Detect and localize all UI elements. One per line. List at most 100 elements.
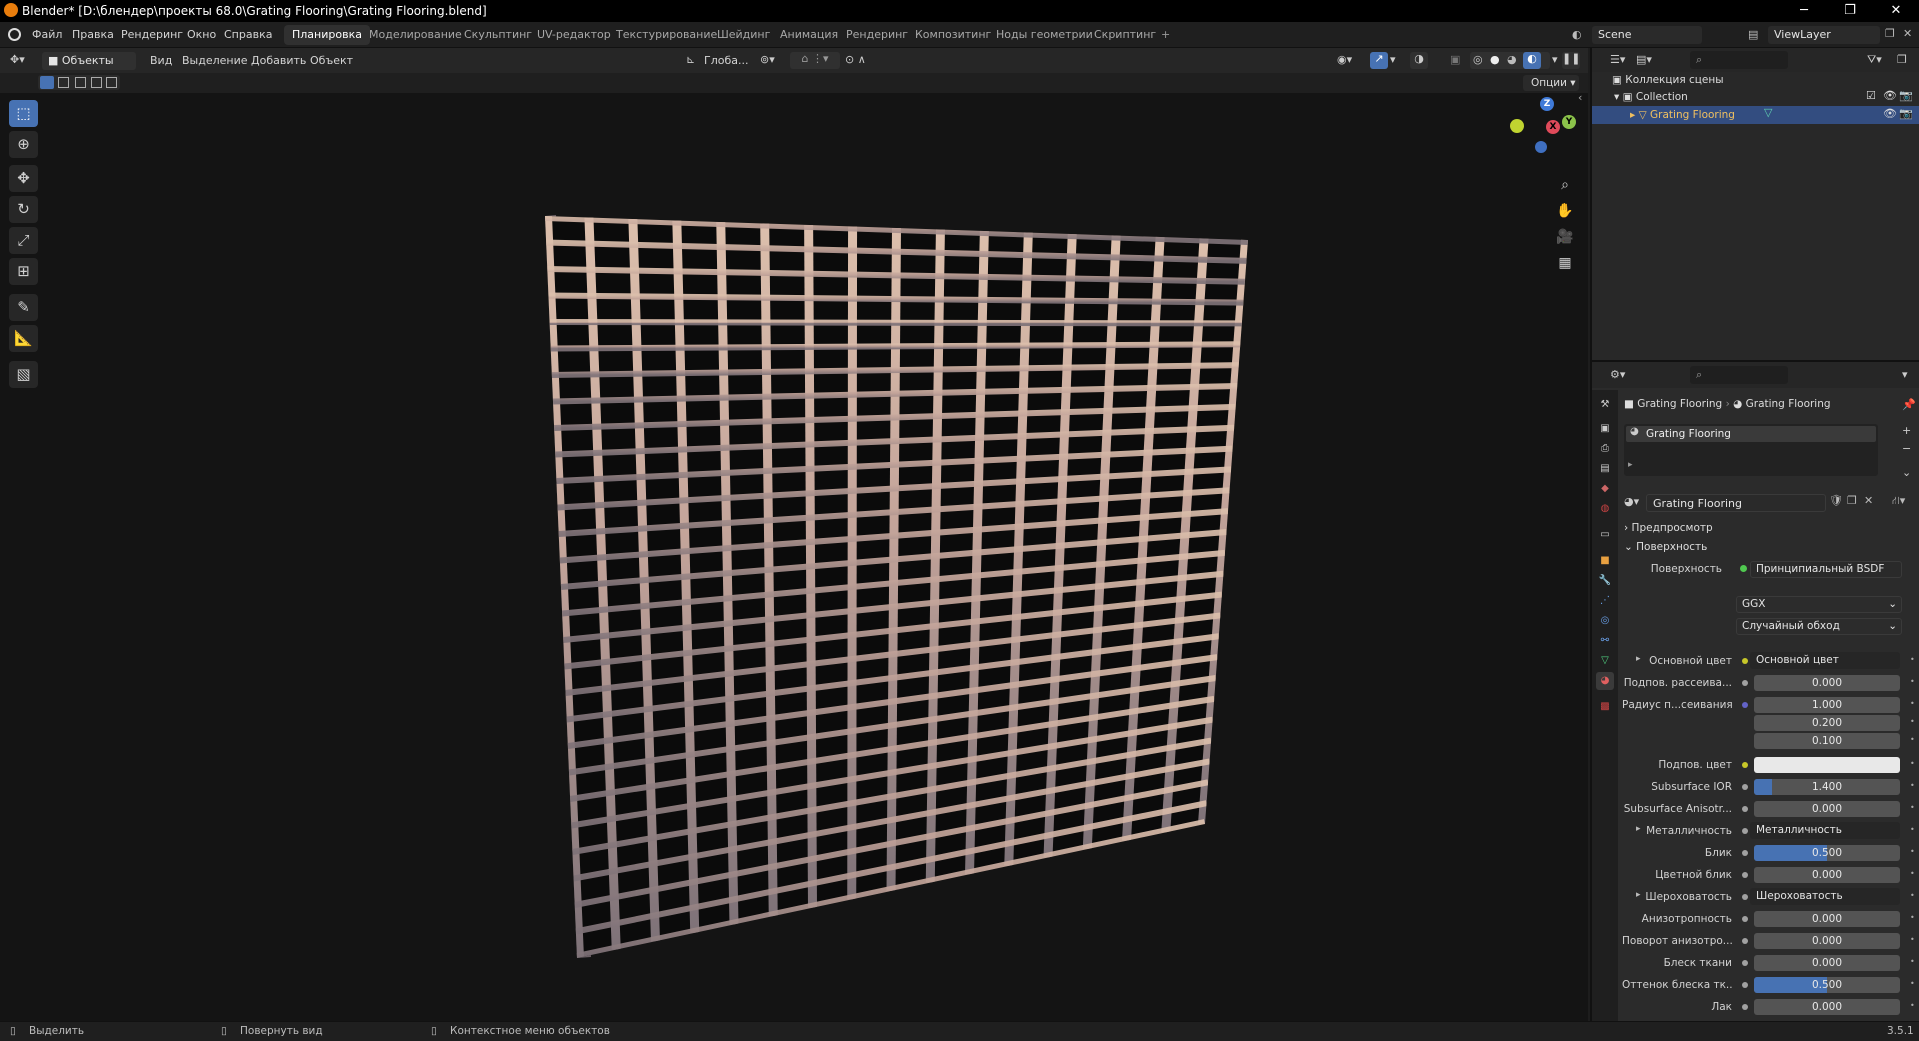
solid-shading-icon[interactable]: ● <box>1490 53 1500 66</box>
input-menu-dot-icon[interactable]: • <box>1910 869 1915 878</box>
gizmo-x-neg-axis[interactable] <box>1510 119 1524 133</box>
node-link-icon[interactable]: ⛙▾ <box>1892 494 1905 509</box>
collection-camera-icon[interactable]: 📷 <box>1899 89 1913 102</box>
menu-select[interactable]: Выделение <box>182 54 248 67</box>
socket-icon[interactable] <box>1742 806 1748 812</box>
tree-collection[interactable]: ▾ ▣ Collection <box>1614 88 1688 106</box>
bsdf-number-field[interactable]: 1.400 <box>1754 779 1900 795</box>
input-menu-dot-icon[interactable]: • <box>1910 913 1915 922</box>
wireframe-shading-icon[interactable]: ◎ <box>1473 53 1483 66</box>
select-difference-icon[interactable] <box>91 77 102 88</box>
data-tab-icon[interactable]: ▽ <box>1596 652 1614 670</box>
bsdf-number-field[interactable]: 0.000 <box>1754 933 1900 949</box>
bsdf-number-field[interactable]: 0.000 <box>1754 911 1900 927</box>
fake-user-icon[interactable]: 🛡 <box>1829 494 1843 507</box>
socket-icon[interactable] <box>1742 894 1748 900</box>
minimize-button[interactable]: ─ <box>1781 0 1827 22</box>
tree-object-grating[interactable]: ▸ ▽ Grating Flooring <box>1630 106 1735 124</box>
socket-icon[interactable] <box>1742 938 1748 944</box>
camera-view-icon[interactable]: 🎥 <box>1553 225 1577 249</box>
tab-modeling[interactable]: Моделирование <box>361 25 470 45</box>
socket-icon[interactable] <box>1742 916 1748 922</box>
menu-help[interactable]: Справка <box>224 28 272 41</box>
menu-render[interactable]: Рендеринг <box>121 28 183 41</box>
render-tab-icon[interactable]: ▣ <box>1596 420 1614 438</box>
display-mode-icon[interactable]: ▤▾ <box>1636 53 1652 66</box>
bsdf-number-field[interactable]: 0.000 <box>1754 999 1900 1015</box>
gizmo-y-axis[interactable]: Y <box>1562 115 1576 129</box>
transform-orientation-selector[interactable]: Глоба... <box>704 54 748 67</box>
input-menu-dot-icon[interactable]: • <box>1910 655 1915 664</box>
zoom-icon[interactable]: ⌕ <box>1553 173 1577 197</box>
select-subtract-icon[interactable] <box>75 77 86 88</box>
visibility-icon[interactable]: ◉▾ <box>1337 53 1352 66</box>
gizmo-z-neg-axis[interactable] <box>1535 141 1547 153</box>
bsdf-linked-input[interactable]: Шероховатость <box>1750 888 1900 905</box>
menu-add[interactable]: Добавить <box>251 54 306 67</box>
surface-shader-field[interactable]: Принципиальный BSDF <box>1750 561 1902 578</box>
close-button[interactable]: ✕ <box>1873 0 1919 22</box>
overlay-toggle-icon[interactable]: ◑ <box>1410 52 1428 69</box>
object-eye-icon[interactable]: 👁 <box>1883 107 1897 120</box>
input-menu-dot-icon[interactable]: • <box>1910 847 1915 856</box>
properties-search-input[interactable]: ⌕ <box>1690 366 1788 384</box>
snap-toggle[interactable]: ⌂ ⋮▾ <box>790 52 840 69</box>
physics-tab-icon[interactable]: ◎ <box>1596 612 1614 630</box>
new-view-layer-icon[interactable]: ❐ <box>1885 27 1895 40</box>
properties-editor-icon[interactable]: ⚙▾ <box>1610 368 1625 381</box>
subsurface-color-swatch[interactable] <box>1754 757 1900 773</box>
material-slot-item[interactable]: Grating Flooring <box>1626 426 1876 442</box>
tab-rendering[interactable]: Рендеринг <box>838 25 916 45</box>
pivot-point-icon[interactable]: ⊚▾ <box>760 53 775 66</box>
remove-view-layer-icon[interactable]: ✕ <box>1903 27 1912 40</box>
constraints-tab-icon[interactable]: ⚯ <box>1596 632 1614 650</box>
panel-preview[interactable]: › Предпросмотр <box>1624 519 1713 537</box>
menu-view[interactable]: Вид <box>150 54 172 67</box>
input-menu-dot-icon[interactable]: • <box>1910 699 1915 708</box>
texture-tab-icon[interactable]: ▩ <box>1596 698 1614 716</box>
subsurface-method-dropdown[interactable]: Случайный обход ⌄ <box>1736 618 1902 635</box>
mode-selector[interactable]: ■ Объекты <box>42 52 136 70</box>
socket-icon[interactable] <box>1742 658 1748 664</box>
bsdf-number-field[interactable]: 0.500 <box>1754 845 1900 861</box>
menu-file[interactable]: Файл <box>32 28 62 41</box>
bsdf-linked-input[interactable]: Основной цвет <box>1750 652 1900 669</box>
select-extend-icon[interactable] <box>58 77 69 88</box>
socket-icon[interactable] <box>1742 850 1748 856</box>
new-collection-icon[interactable]: ❐ <box>1897 53 1907 66</box>
scene-icon[interactable]: ◐ <box>1572 28 1582 41</box>
bsdf-number-field[interactable]: 1.000 <box>1754 697 1900 713</box>
tool-tab-icon[interactable]: ⚒ <box>1596 396 1614 414</box>
input-menu-dot-icon[interactable]: • <box>1910 1001 1915 1010</box>
remove-slot-icon[interactable]: − <box>1902 442 1911 455</box>
socket-icon[interactable] <box>1742 960 1748 966</box>
slot-menu-icon[interactable]: ⌄ <box>1902 466 1911 479</box>
scene-selector[interactable]: Scene <box>1592 26 1702 44</box>
socket-icon[interactable] <box>1742 702 1748 708</box>
socket-icon[interactable] <box>1742 784 1748 790</box>
menu-window[interactable]: Окно <box>187 28 216 41</box>
sidebar-toggle-icon[interactable]: ‹ <box>1578 93 1582 104</box>
material-browse-icon[interactable]: ◕▾ <box>1624 495 1639 508</box>
mesh-data-icon[interactable]: ▽ <box>1764 106 1772 119</box>
slot-expand-icon[interactable]: ▸ <box>1628 460 1633 470</box>
panel-surface[interactable]: ⌄ Поверхность <box>1624 538 1707 556</box>
add-slot-icon[interactable]: + <box>1902 424 1911 437</box>
material-shading-icon[interactable]: ◕ <box>1507 53 1517 66</box>
input-menu-dot-icon[interactable]: • <box>1910 759 1915 768</box>
input-menu-dot-icon[interactable]: • <box>1910 957 1915 966</box>
socket-icon[interactable] <box>1742 680 1748 686</box>
bsdf-number-field[interactable]: 0.500 <box>1754 977 1900 993</box>
particles-tab-icon[interactable]: ⋰ <box>1596 592 1614 610</box>
maximize-button[interactable]: ❐ <box>1827 0 1873 22</box>
select-intersect-icon[interactable] <box>106 77 117 88</box>
perspective-grid-icon[interactable]: ▦ <box>1553 251 1577 275</box>
bsdf-linked-input[interactable]: Металличность <box>1750 822 1900 839</box>
tab-sculpting[interactable]: Скульптинг <box>456 25 540 45</box>
collection-checkbox-icon[interactable]: ☑ <box>1866 89 1876 102</box>
object-tab-icon[interactable]: ■ <box>1596 552 1614 570</box>
proportional-edit-icon[interactable]: ⊙ ∧ <box>845 53 866 66</box>
bsdf-number-field[interactable]: 0.000 <box>1754 801 1900 817</box>
tab-animation[interactable]: Анимация <box>772 25 846 45</box>
blender-menu-icon[interactable] <box>8 28 21 41</box>
